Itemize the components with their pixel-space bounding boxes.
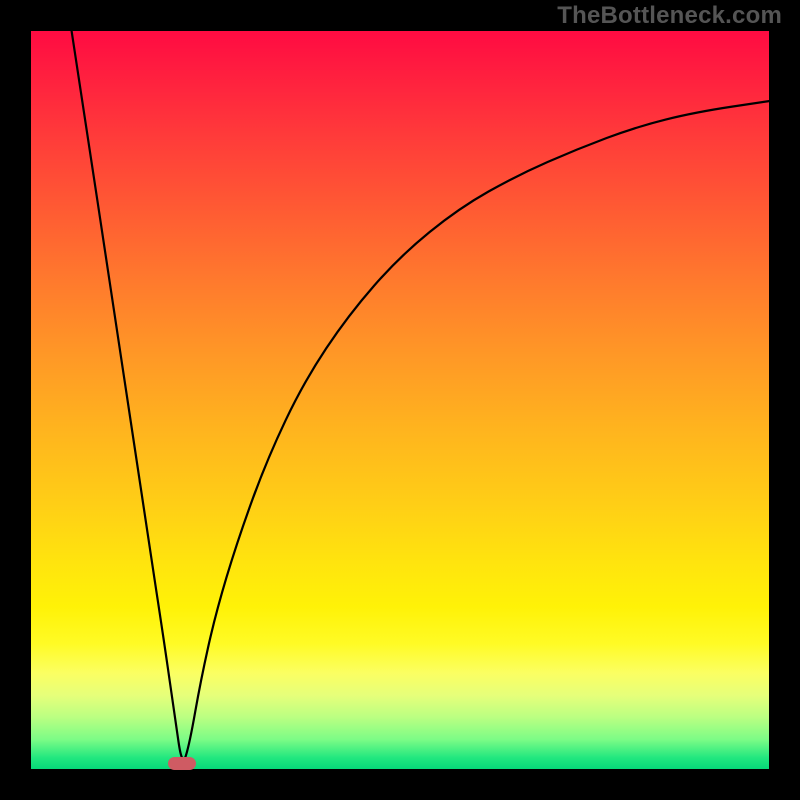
plot-area [31, 31, 769, 769]
watermark-text: TheBottleneck.com [557, 2, 782, 30]
chart-frame: TheBottleneck.com [0, 0, 800, 800]
curve-svg [31, 31, 769, 769]
optimum-marker [168, 757, 196, 770]
bottleneck-curve-path [72, 31, 769, 759]
